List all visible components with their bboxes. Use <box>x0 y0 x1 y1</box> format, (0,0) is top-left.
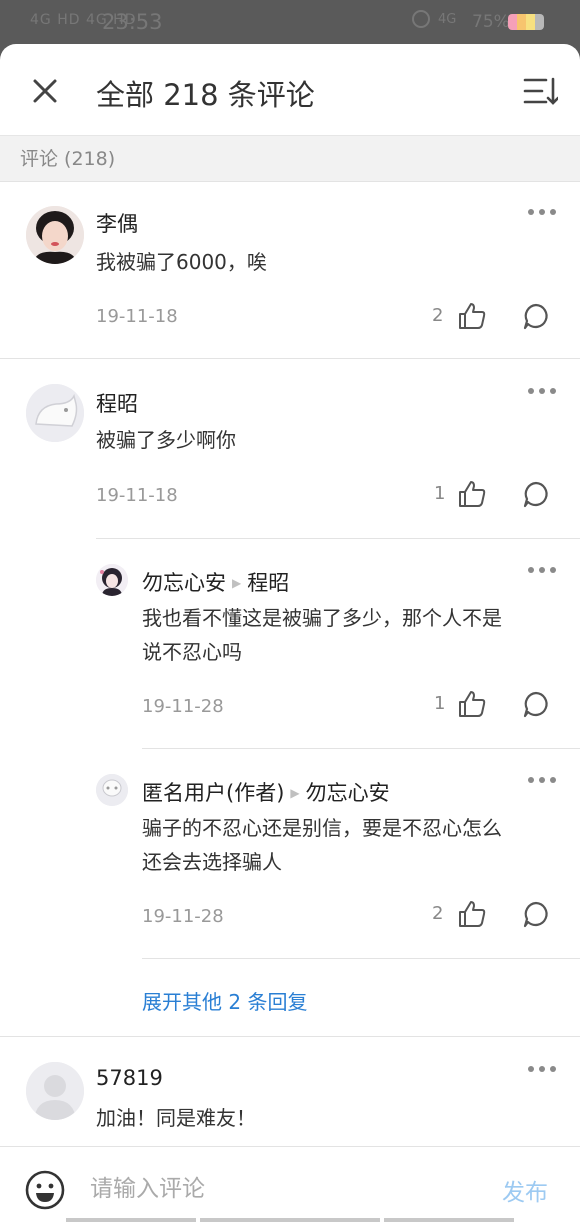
page-title: 全部 218 条评论 <box>96 78 315 112</box>
more-options-icon[interactable] <box>528 209 558 217</box>
avatar[interactable] <box>96 774 128 806</box>
reply-target[interactable]: 勿忘心安 <box>306 781 390 805</box>
reply-author[interactable]: 勿忘心安 <box>142 571 226 595</box>
divider <box>96 538 580 539</box>
alarm-icon <box>412 10 430 28</box>
comment-author[interactable]: 程昭 <box>96 388 138 418</box>
reply-date: 19-11-28 <box>142 906 224 927</box>
emoji-icon[interactable] <box>24 1169 66 1211</box>
avatar[interactable] <box>26 1062 84 1120</box>
like-count: 2 <box>432 305 444 326</box>
comment-text: 我被骗了6000，唉 <box>96 250 267 274</box>
thumbs-up-icon[interactable] <box>458 690 486 718</box>
user-avatar-icon <box>26 206 84 264</box>
sort-icon[interactable] <box>522 74 558 108</box>
more-options-icon[interactable] <box>528 1066 558 1074</box>
more-options-icon[interactable] <box>528 777 558 785</box>
reply-arrow-icon: ▶ <box>290 786 300 800</box>
default-avatar-icon <box>26 384 84 442</box>
status-bar: 4G HD 4G HD 23:53 4G 75% <box>0 0 580 46</box>
divider <box>0 1036 580 1037</box>
reply-header: 匿名用户(作者) ▶ 勿忘心安 <box>142 777 390 807</box>
comment-text: 被骗了多少啊你 <box>96 428 236 452</box>
comment-text: 加油！同是难友！ <box>96 1106 256 1130</box>
divider <box>0 358 580 359</box>
more-options-icon[interactable] <box>528 567 558 575</box>
comment-input-bar: 发布 <box>0 1146 580 1224</box>
reply-icon[interactable] <box>522 690 550 718</box>
network-indicator: 4G <box>438 12 457 27</box>
section-header: 评论 (218) <box>0 136 580 182</box>
reply-target[interactable]: 程昭 <box>247 571 289 595</box>
reply-author[interactable]: 匿名用户(作者) <box>142 781 284 805</box>
reply-text-line: 骗子的不忍心还是别信，要是不忍心怎么 <box>142 816 502 840</box>
like-count: 1 <box>434 693 446 714</box>
reply-arrow-icon: ▶ <box>232 576 242 590</box>
user-avatar-icon <box>96 564 128 596</box>
comment-date: 19-11-18 <box>96 306 178 327</box>
sheet-header: 全部 218 条评论 <box>0 44 580 136</box>
more-options-icon[interactable] <box>528 388 558 396</box>
default-avatar-icon <box>26 1062 84 1120</box>
thumbs-up-icon[interactable] <box>458 480 486 508</box>
reply-icon[interactable] <box>522 900 550 928</box>
avatar[interactable] <box>96 564 128 596</box>
avatar[interactable] <box>26 206 84 264</box>
nav-handle <box>200 1218 380 1222</box>
close-icon[interactable] <box>28 74 62 108</box>
send-button[interactable]: 发布 <box>502 1173 548 1207</box>
battery-icon <box>508 14 544 30</box>
comment-date: 19-11-18 <box>96 485 178 506</box>
reply-icon[interactable] <box>522 302 550 330</box>
reply-date: 19-11-28 <box>142 696 224 717</box>
like-count: 1 <box>434 483 446 504</box>
comment-author[interactable]: 李偶 <box>96 208 138 238</box>
thumbs-up-icon[interactable] <box>458 900 486 928</box>
reply-text-line: 说不忍心吗 <box>142 640 242 664</box>
divider <box>142 958 580 959</box>
status-time: 23:53 <box>102 10 163 34</box>
comment-input[interactable] <box>90 1171 470 1207</box>
comment-author[interactable]: 57819 <box>96 1066 163 1090</box>
avatar[interactable] <box>26 384 84 442</box>
divider <box>142 748 580 749</box>
reply-icon[interactable] <box>522 480 550 508</box>
expand-replies-link[interactable]: 展开其他 2 条回复 <box>142 986 307 1015</box>
reply-text-line: 我也看不懂这是被骗了多少，那个人不是 <box>142 606 502 630</box>
nav-handle <box>384 1218 514 1222</box>
anonymous-avatar-icon <box>96 774 128 806</box>
nav-handle <box>66 1218 196 1222</box>
battery-percent: 75% <box>472 12 510 32</box>
reply-text-line: 还会去选择骗人 <box>142 850 282 874</box>
reply-header: 勿忘心安 ▶ 程昭 <box>142 567 289 597</box>
like-count: 2 <box>432 903 444 924</box>
thumbs-up-icon[interactable] <box>458 302 486 330</box>
